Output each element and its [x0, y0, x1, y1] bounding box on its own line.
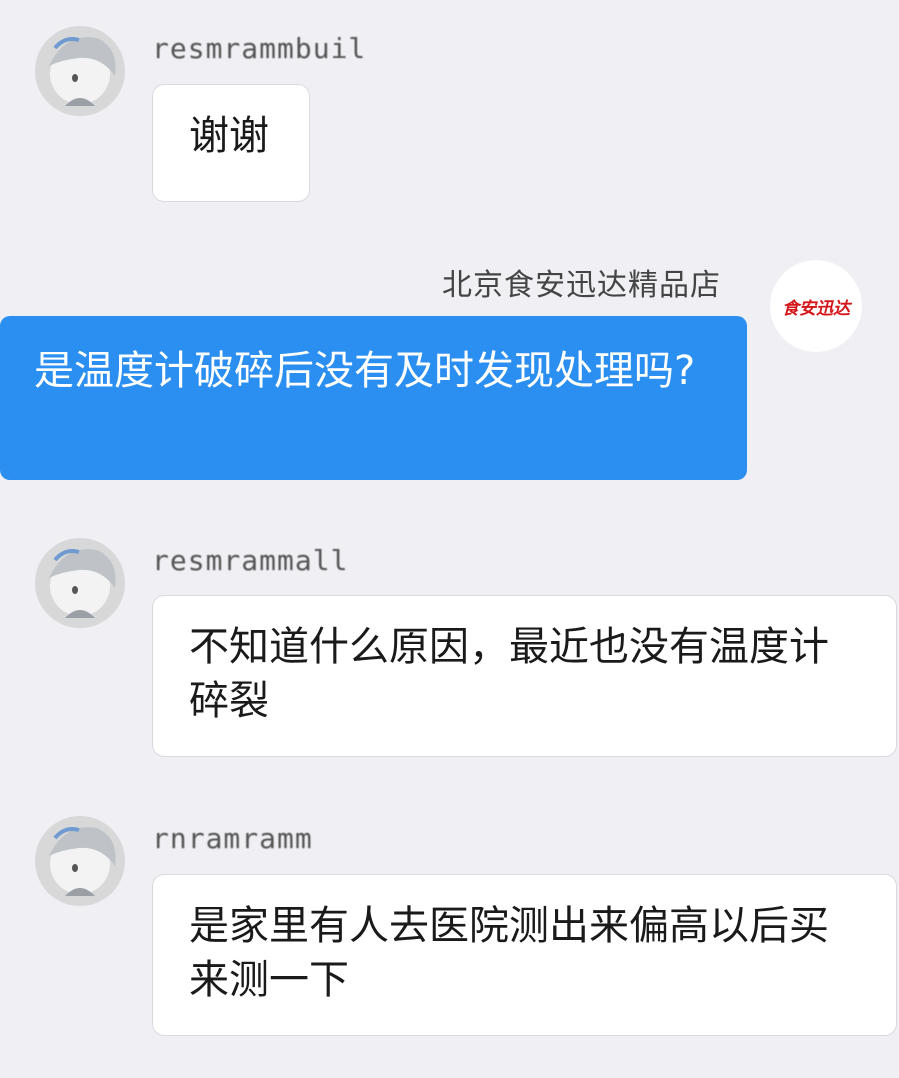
sender-name: resmrammbuil — [152, 32, 367, 65]
user-avatar[interactable] — [35, 816, 125, 906]
message-bubble[interactable]: 不知道什么原因，最近也没有温度计碎裂 — [152, 595, 897, 757]
shop-name: 北京食安迅达精品店 — [442, 268, 721, 303]
shop-avatar[interactable]: 食安迅达 — [770, 260, 862, 352]
user-avatar[interactable] — [35, 26, 125, 116]
shop-logo: 食安迅达 — [782, 298, 850, 319]
user-avatar[interactable] — [35, 538, 125, 628]
chat-thread: resmrammbuil 谢谢 北京食安迅达精品店 食安迅达 是温度计破碎后没有… — [0, 0, 899, 1078]
sender-name: rnramramm — [152, 822, 313, 855]
message-bubble-outgoing[interactable]: 是温度计破碎后没有及时发现处理吗? — [0, 316, 747, 480]
message-bubble[interactable]: 谢谢 — [152, 84, 310, 202]
sender-name: resmrammall — [152, 544, 349, 577]
message-bubble[interactable]: 是家里有人去医院测出来偏高以后买来测一下 — [152, 874, 897, 1036]
